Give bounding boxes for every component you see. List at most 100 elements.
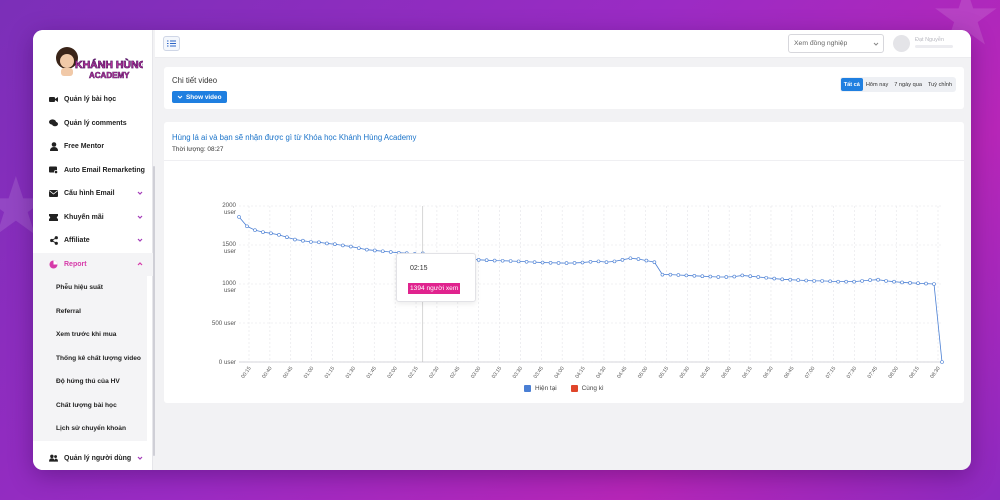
chevron-up-icon — [137, 261, 143, 265]
tab-custom[interactable]: Tuỳ chỉnh — [925, 78, 955, 91]
avatar[interactable] — [893, 35, 910, 52]
sidebar-nav: Quản lý bài học Quản lý comments Free Me… — [33, 88, 153, 470]
y-tick-unit: user — [224, 209, 236, 216]
submenu-item-engagement[interactable]: Độ hứng thú của HV — [33, 370, 147, 394]
data-point — [564, 261, 569, 265]
data-point — [500, 258, 505, 263]
submenu-item-lesson-quality[interactable]: Chất lượng bài học — [33, 394, 147, 418]
legend-label: Cùng kì — [581, 385, 604, 392]
data-point — [740, 273, 745, 278]
x-tick-label: 06:45 — [783, 366, 795, 380]
retention-line-chart[interactable]: 2000user1500user1000user500 user0 user00… — [164, 122, 964, 382]
x-tick-label: 05:30 — [679, 366, 691, 380]
x-tick-label: 08:15 — [908, 366, 920, 380]
data-point — [636, 257, 641, 261]
legend-item-current[interactable]: Hiện tại — [524, 385, 557, 392]
submenu-item-transfer-history[interactable]: Lịch sử chuyển khoản — [33, 417, 147, 441]
data-point — [476, 258, 481, 262]
data-point — [572, 261, 577, 265]
ticket-icon — [49, 213, 58, 222]
sidebar-item-users[interactable]: Quản lý người dùng — [33, 447, 153, 471]
data-point — [524, 259, 529, 264]
data-point — [349, 244, 353, 249]
y-tick-label: 2000 — [222, 202, 236, 209]
data-point — [940, 360, 944, 364]
data-point — [924, 281, 928, 286]
sidebar-item-label: Cấu hình Email — [64, 190, 115, 198]
tab-all[interactable]: Tất cả — [840, 78, 863, 91]
data-point — [764, 275, 769, 280]
data-point — [484, 258, 489, 263]
data-point — [844, 279, 848, 284]
data-point — [916, 281, 920, 286]
x-tick-label: 04:00 — [553, 366, 565, 380]
sidebar-item-auto-email[interactable]: Auto Email Remarketing — [33, 159, 153, 183]
x-tick-label: 01:45 — [366, 366, 378, 380]
brand-logo: KHÁNH HÙNG ACADEMY — [56, 47, 143, 80]
data-point — [237, 215, 241, 219]
data-point — [508, 259, 513, 263]
x-tick-label: 04:45 — [616, 366, 628, 380]
data-point — [860, 279, 864, 283]
data-point — [892, 279, 896, 284]
submenu-item-referral[interactable]: Referral — [33, 300, 147, 324]
sidebar-item-free-mentor[interactable]: Free Mentor — [33, 135, 153, 159]
y-tick-label: 0 user — [219, 359, 236, 366]
show-video-button[interactable]: Show video — [172, 91, 227, 103]
colleague-select[interactable]: Xem đồng nghiệp — [788, 34, 884, 53]
sidebar-scrollbar[interactable] — [153, 166, 155, 456]
legend-item-previous[interactable]: Cùng kì — [570, 385, 604, 392]
data-point — [868, 278, 872, 282]
sidebar-item-report[interactable]: Report — [33, 252, 153, 276]
sidebar-item-lessons[interactable]: Quản lý bài học — [33, 88, 153, 112]
data-point — [884, 279, 888, 283]
x-tick-label: 08:30 — [929, 366, 941, 380]
legend-swatch — [570, 385, 578, 392]
logo-text: KHÁNH HÙNG — [75, 58, 143, 71]
legend-label: Hiện tại — [535, 385, 557, 392]
data-point — [245, 224, 249, 229]
x-tick-label: 06:15 — [741, 366, 753, 380]
tooltip-value: 1394 người xem — [408, 283, 461, 294]
data-point — [772, 276, 777, 281]
x-tick-label: 07:45 — [867, 366, 879, 380]
sidebar-item-affiliate[interactable]: Affiliate — [33, 229, 153, 253]
submenu-item-video-quality[interactable]: Thống kê chất lượng video — [33, 347, 147, 371]
x-tick-label: 02:45 — [449, 366, 461, 380]
x-tick-label: 08:00 — [888, 366, 900, 380]
x-tick-label: 01:30 — [345, 366, 357, 380]
share-icon — [49, 236, 58, 246]
chevron-down-icon — [177, 95, 183, 99]
menu-toggle-button[interactable] — [163, 36, 180, 51]
top-bar: Xem đồng nghiệp Đạt Nguyễn — [155, 30, 971, 58]
sidebar-item-label: Quản lý người dùng — [64, 454, 132, 462]
chevron-down-icon — [137, 456, 143, 460]
data-point — [796, 278, 801, 282]
data-point — [660, 272, 665, 277]
users-icon — [49, 454, 58, 463]
data-point — [788, 277, 793, 282]
data-point — [724, 275, 729, 279]
submenu-item-funnel[interactable]: Phễu hiệu suất — [33, 276, 147, 300]
sidebar-item-email-config[interactable]: Cấu hình Email — [33, 182, 153, 206]
sidebar-item-comments[interactable]: Quản lý comments — [33, 112, 153, 136]
data-point — [612, 259, 617, 264]
data-point — [692, 274, 697, 278]
sidebar-item-promotions[interactable]: Khuyến mãi — [33, 206, 153, 230]
sidebar-item-label: Khuyến mãi — [64, 213, 104, 221]
data-point — [852, 279, 856, 284]
data-point — [357, 246, 361, 250]
x-tick-label: 01:15 — [324, 366, 336, 380]
x-tick-label: 05:45 — [700, 366, 712, 380]
data-point — [309, 240, 313, 244]
app-window: KHÁNH HÙNG ACADEMY Quản lý bài học Quản … — [33, 30, 971, 470]
x-tick-label: 02:00 — [386, 366, 398, 380]
tab-last-7-days[interactable]: 7 ngày qua — [891, 78, 925, 91]
data-point — [293, 237, 297, 242]
tab-today[interactable]: Hôm nay — [863, 78, 891, 91]
user-name[interactable]: Đạt Nguyễn — [915, 37, 944, 43]
data-point — [652, 260, 657, 264]
data-point — [277, 233, 281, 237]
submenu-item-preview[interactable]: Xem trước khi mua — [33, 323, 147, 347]
data-point — [516, 259, 521, 264]
